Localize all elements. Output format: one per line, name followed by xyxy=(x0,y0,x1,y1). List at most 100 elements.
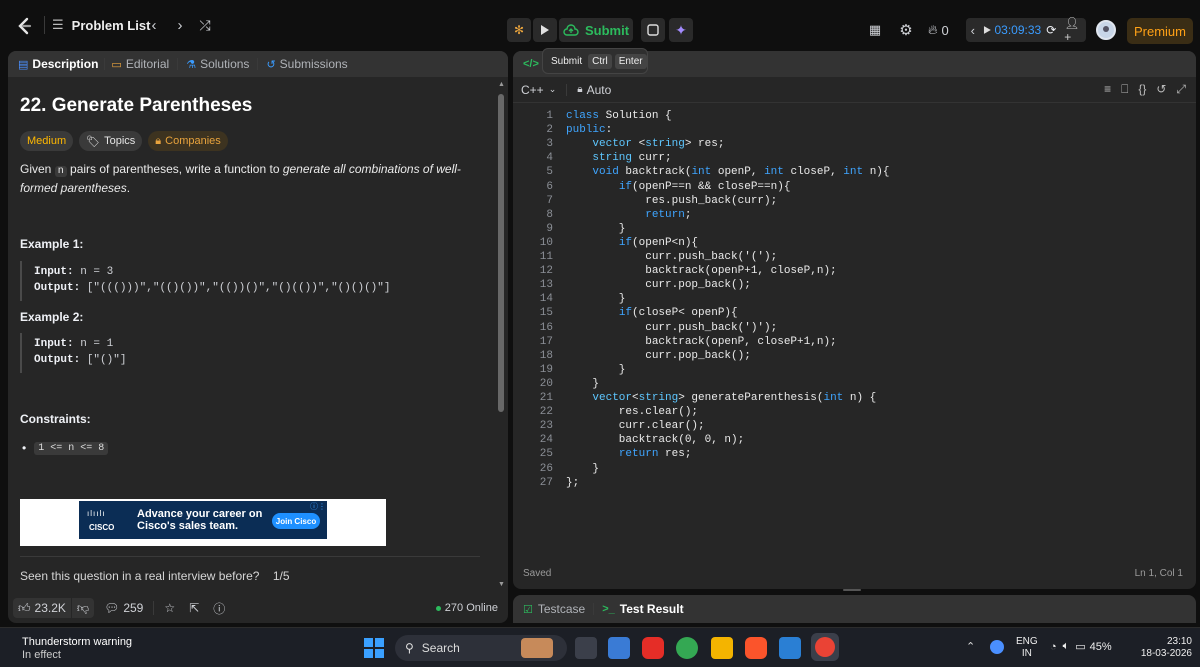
companies-chip[interactable]: 🔒︎ Companies xyxy=(148,131,228,151)
windows-start-icon[interactable] xyxy=(363,637,385,659)
line-number: 6 xyxy=(546,180,553,193)
clock-date: 18-03-2026 xyxy=(1140,648,1192,659)
code-text: if(closeP< openP){ xyxy=(618,307,738,320)
taskbar-search[interactable]: ⚲ Search xyxy=(395,635,567,661)
ad-info-icon[interactable]: ⓘ⋮ xyxy=(310,501,326,512)
line-number: 1 xyxy=(546,110,553,122)
tray-expand-icon[interactable]: ⌃ xyxy=(966,640,975,653)
premium-button[interactable]: Premium xyxy=(1127,18,1193,44)
code-text: backtrack(openP, closeP+1,n); xyxy=(566,335,837,348)
line-number: 11 xyxy=(539,251,553,263)
system-clock[interactable]: 23:10 18-03-2026 xyxy=(1128,636,1192,660)
share-icon[interactable]: ⇱ xyxy=(189,601,199,615)
topics-chip[interactable]: 🏷︎ Topics xyxy=(79,131,143,151)
photos-app-icon[interactable] xyxy=(608,637,630,659)
region-code: IN xyxy=(1021,648,1032,659)
tooltip-key-enter: Enter xyxy=(614,53,647,69)
line-number: 12 xyxy=(539,265,553,278)
auto-mode[interactable]: 🔒︎ Auto xyxy=(577,83,611,97)
tab-editorial[interactable]: ▭ Editorial xyxy=(111,57,169,71)
scroll-down-icon[interactable]: ▼ xyxy=(498,581,505,588)
tab-solutions[interactable]: ⚗ Solutions xyxy=(186,57,249,71)
like-button[interactable]: 👍︎ 23.2K xyxy=(13,598,71,618)
line-number: 4 xyxy=(546,152,553,165)
interview-question: Seen this question in a real interview b… xyxy=(20,569,260,583)
weather-widget[interactable]: Thunderstorm warning In effect xyxy=(22,636,132,662)
language-select[interactable]: C++ ⌄ xyxy=(521,83,556,97)
expand-icon[interactable]: ⤢ xyxy=(1176,82,1186,97)
line-number: 19 xyxy=(539,363,553,376)
streak-counter[interactable]: 🔥︎ 0 xyxy=(928,20,949,40)
vscode-app-icon[interactable] xyxy=(779,637,801,659)
help-icon[interactable]: ⓘ xyxy=(213,600,225,617)
input-language[interactable]: ENG IN xyxy=(1016,636,1038,660)
ad-join-button[interactable]: Join Cisco xyxy=(272,513,320,529)
avatar[interactable] xyxy=(1096,20,1116,40)
test-panel: ☑ Testcase >_ Test Result xyxy=(513,595,1196,623)
tab-test-result[interactable]: >_ Test Result xyxy=(602,602,683,616)
left-tab-bar: ▤ Description ▭ Editorial ⚗ Solutions ↺ … xyxy=(8,51,508,77)
code-text: backtrack(openP+1, closeP,n); xyxy=(566,265,837,278)
format-icon[interactable]: ≡ xyxy=(1104,82,1111,97)
note-icon xyxy=(647,24,659,36)
leetcode-logo-icon[interactable] xyxy=(14,16,34,36)
divider xyxy=(104,58,106,70)
notes-icon[interactable] xyxy=(641,18,665,42)
clock-time: 23:10 xyxy=(1166,636,1192,647)
difficulty-badge[interactable]: Medium xyxy=(20,131,74,151)
interview-pager[interactable]: 1/5 xyxy=(273,569,290,583)
tab-submissions[interactable]: ↺ Submissions xyxy=(266,57,347,71)
reset-icon[interactable]: ↺ xyxy=(1156,82,1166,97)
tab-description[interactable]: ▤ Description xyxy=(18,57,98,71)
interview-prompt: Seen this question in a real interview b… xyxy=(20,569,290,583)
task-view-icon[interactable] xyxy=(575,637,597,659)
add-friend-icon[interactable]: 👤︎+ xyxy=(1064,16,1086,44)
bookmark-icon[interactable]: ⎕ xyxy=(1121,82,1128,97)
braces-icon[interactable]: {} xyxy=(1138,82,1146,97)
tab-solutions-label: Solutions xyxy=(200,57,250,71)
submit-button[interactable]: Submit xyxy=(559,18,633,42)
weather-title: Thunderstorm warning xyxy=(22,636,133,648)
file-explorer-icon[interactable] xyxy=(711,637,733,659)
timer-reset-icon[interactable]: ⟳ xyxy=(1046,23,1056,37)
code-text: backtrack(0, 0, n); xyxy=(566,434,745,447)
shuffle-icon[interactable]: ⤮ xyxy=(196,15,214,35)
chrome-active-app-icon[interactable] xyxy=(811,633,839,661)
scrollbar-thumb[interactable] xyxy=(498,94,504,412)
settings-gear-icon[interactable]: ⚙ xyxy=(896,20,916,40)
ad-text-line-2: Cisco's sales team. xyxy=(137,520,239,532)
code-text: } xyxy=(566,377,600,390)
problem-description: Given n pairs of parentheses, write a fu… xyxy=(20,161,480,197)
line-number: 22 xyxy=(539,406,553,419)
brave-app-icon[interactable] xyxy=(745,637,767,659)
code-editor[interactable]: 1 class Solution {2 public: 3 vector <strin… xyxy=(513,109,1196,499)
scroll-up-icon[interactable]: ▲ xyxy=(498,81,505,88)
line-number: 27 xyxy=(539,476,553,489)
timer-collapse-icon[interactable]: ‹ xyxy=(966,23,980,38)
ai-sparkle-icon[interactable]: ✦ xyxy=(669,18,693,42)
cursor-position: Ln 1, Col 1 xyxy=(1134,568,1183,579)
chrome-app-icon[interactable] xyxy=(676,637,698,659)
ad-banner[interactable]: ılıılı CISCO Advance your career on Cisc… xyxy=(20,499,386,546)
next-problem-icon[interactable]: › xyxy=(172,15,188,35)
comments-button[interactable]: 💬︎ 259 xyxy=(104,601,143,615)
tray-app-icon[interactable] xyxy=(990,640,1004,654)
layout-grid-icon[interactable]: ▦ xyxy=(866,20,884,40)
dislike-button[interactable]: 👎︎ xyxy=(71,598,95,618)
divider xyxy=(177,58,179,70)
prev-problem-icon[interactable]: ‹ xyxy=(146,15,162,35)
youtube-app-icon[interactable] xyxy=(642,637,664,659)
favorite-star-icon[interactable]: ☆ xyxy=(164,601,175,615)
code-text: return; xyxy=(645,208,692,221)
scrollbar[interactable]: ▲ ▼ xyxy=(497,79,505,593)
line-number: 7 xyxy=(546,194,553,207)
timer-play-icon[interactable] xyxy=(983,25,992,35)
problem-list-button[interactable]: ☰ Problem List xyxy=(52,15,150,35)
panel-resize-handle[interactable] xyxy=(843,589,861,591)
line-number: 3 xyxy=(546,138,553,151)
quick-settings[interactable]: ◔ 🔈︎ ▭ 45% xyxy=(1050,640,1112,653)
tab-testcase[interactable]: ☑ Testcase xyxy=(523,602,585,616)
divider xyxy=(20,556,480,557)
run-button[interactable] xyxy=(533,18,557,42)
debug-icon[interactable]: ✻ xyxy=(507,18,531,42)
